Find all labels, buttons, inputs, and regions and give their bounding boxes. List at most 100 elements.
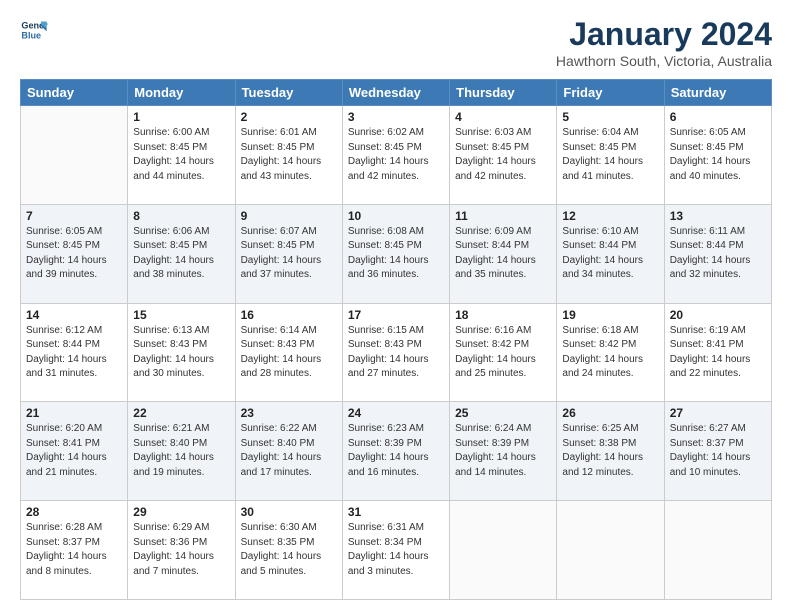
day-number: 5 xyxy=(562,110,658,124)
day-info: Sunrise: 6:05 AM Sunset: 8:45 PM Dayligh… xyxy=(670,126,766,184)
day-info: Sunrise: 6:18 AM Sunset: 8:42 PM Dayligh… xyxy=(562,324,658,382)
day-number: 25 xyxy=(455,406,551,420)
day-number: 9 xyxy=(241,209,337,223)
day-info: Sunrise: 6:23 AM Sunset: 8:39 PM Dayligh… xyxy=(348,422,444,480)
day-number: 22 xyxy=(133,406,229,420)
day-number: 27 xyxy=(670,406,766,420)
day-info: Sunrise: 6:25 AM Sunset: 8:38 PM Dayligh… xyxy=(562,422,658,480)
calendar-cell: 9Sunrise: 6:07 AM Sunset: 8:45 PM Daylig… xyxy=(235,204,342,303)
calendar-cell: 11 Sunrise: 6:09 AM Sunset: 8:44 PM Dayli… xyxy=(450,204,557,303)
day-info: Sunrise: 6:31 AM Sunset: 8:34 PM Dayligh… xyxy=(348,521,444,579)
day-info: Sunrise: 6:03 AM Sunset: 8:45 PM Dayligh… xyxy=(455,126,551,184)
svg-text:Blue: Blue xyxy=(21,30,41,40)
day-number: 23 xyxy=(241,406,337,420)
day-number: 18 xyxy=(455,308,551,322)
day-number: 14 xyxy=(26,308,122,322)
subtitle: Hawthorn South, Victoria, Australia xyxy=(556,53,772,69)
day-number: 24 xyxy=(348,406,444,420)
week-row-4: 21 Sunrise: 6:20 AM Sunset: 8:41 PM Dayli… xyxy=(21,402,772,501)
calendar-cell: 16 Sunrise: 6:14 AM Sunset: 8:43 PM Dayli… xyxy=(235,303,342,402)
day-number: 16 xyxy=(241,308,337,322)
calendar-cell: 2 Sunrise: 6:01 AM Sunset: 8:45 PM Daylig… xyxy=(235,106,342,205)
day-info: Sunrise: 6:21 AM Sunset: 8:40 PM Dayligh… xyxy=(133,422,229,480)
day-number: 10 xyxy=(348,209,444,223)
logo-icon: General Blue xyxy=(20,16,48,44)
day-info: Sunrise: 6:04 AM Sunset: 8:45 PM Dayligh… xyxy=(562,126,658,184)
calendar-cell: 15Sunrise: 6:13 AM Sunset: 8:43 PM Dayli… xyxy=(128,303,235,402)
calendar-cell: 30Sunrise: 6:30 AM Sunset: 8:35 PM Dayli… xyxy=(235,501,342,600)
day-info: Sunrise: 6:28 AM Sunset: 8:37 PM Dayligh… xyxy=(26,521,122,579)
col-friday: Friday xyxy=(557,80,664,106)
calendar-cell: 13Sunrise: 6:11 AM Sunset: 8:44 PM Dayli… xyxy=(664,204,771,303)
day-info: Sunrise: 6:24 AM Sunset: 8:39 PM Dayligh… xyxy=(455,422,551,480)
calendar-cell: 18 Sunrise: 6:16 AM Sunset: 8:42 PM Dayli… xyxy=(450,303,557,402)
calendar-cell: 6 Sunrise: 6:05 AM Sunset: 8:45 PM Daylig… xyxy=(664,106,771,205)
calendar-cell xyxy=(557,501,664,600)
day-info: Sunrise: 6:08 AM Sunset: 8:45 PM Dayligh… xyxy=(348,225,444,283)
day-info: Sunrise: 6:15 AM Sunset: 8:43 PM Dayligh… xyxy=(348,324,444,382)
day-number: 1 xyxy=(133,110,229,124)
calendar-cell: 29 Sunrise: 6:29 AM Sunset: 8:36 PM Dayli… xyxy=(128,501,235,600)
day-info: Sunrise: 6:10 AM Sunset: 8:44 PM Dayligh… xyxy=(562,225,658,283)
col-wednesday: Wednesday xyxy=(342,80,449,106)
day-info: Sunrise: 6:09 AM Sunset: 8:44 PM Dayligh… xyxy=(455,225,551,283)
day-info: Sunrise: 6:29 AM Sunset: 8:36 PM Dayligh… xyxy=(133,521,229,579)
calendar-cell: 5 Sunrise: 6:04 AM Sunset: 8:45 PM Daylig… xyxy=(557,106,664,205)
day-number: 20 xyxy=(670,308,766,322)
day-info: Sunrise: 6:05 AM Sunset: 8:45 PM Dayligh… xyxy=(26,225,122,283)
calendar-cell: 28 Sunrise: 6:28 AM Sunset: 8:37 PM Dayli… xyxy=(21,501,128,600)
day-info: Sunrise: 6:16 AM Sunset: 8:42 PM Dayligh… xyxy=(455,324,551,382)
week-row-1: 1 Sunrise: 6:00 AM Sunset: 8:45 PM Daylig… xyxy=(21,106,772,205)
day-info: Sunrise: 6:02 AM Sunset: 8:45 PM Dayligh… xyxy=(348,126,444,184)
calendar-cell: 8 Sunrise: 6:06 AM Sunset: 8:45 PM Daylig… xyxy=(128,204,235,303)
day-info: Sunrise: 6:19 AM Sunset: 8:41 PM Dayligh… xyxy=(670,324,766,382)
day-number: 4 xyxy=(455,110,551,124)
col-saturday: Saturday xyxy=(664,80,771,106)
calendar-cell: 1 Sunrise: 6:00 AM Sunset: 8:45 PM Daylig… xyxy=(128,106,235,205)
logo: General Blue xyxy=(20,16,48,44)
calendar-cell: 3 Sunrise: 6:02 AM Sunset: 8:45 PM Daylig… xyxy=(342,106,449,205)
day-info: Sunrise: 6:14 AM Sunset: 8:43 PM Dayligh… xyxy=(241,324,337,382)
day-number: 7 xyxy=(26,209,122,223)
day-info: Sunrise: 6:20 AM Sunset: 8:41 PM Dayligh… xyxy=(26,422,122,480)
day-info: Sunrise: 6:13 AM Sunset: 8:43 PM Dayligh… xyxy=(133,324,229,382)
day-number: 12 xyxy=(562,209,658,223)
calendar-cell: 7 Sunrise: 6:05 AM Sunset: 8:45 PM Daylig… xyxy=(21,204,128,303)
week-row-2: 7 Sunrise: 6:05 AM Sunset: 8:45 PM Daylig… xyxy=(21,204,772,303)
day-number: 13 xyxy=(670,209,766,223)
calendar-cell: 17 Sunrise: 6:15 AM Sunset: 8:43 PM Dayli… xyxy=(342,303,449,402)
day-info: Sunrise: 6:00 AM Sunset: 8:45 PM Dayligh… xyxy=(133,126,229,184)
day-info: Sunrise: 6:06 AM Sunset: 8:45 PM Dayligh… xyxy=(133,225,229,283)
day-number: 2 xyxy=(241,110,337,124)
day-number: 19 xyxy=(562,308,658,322)
day-number: 11 xyxy=(455,209,551,223)
day-number: 8 xyxy=(133,209,229,223)
day-number: 28 xyxy=(26,505,122,519)
calendar-cell xyxy=(664,501,771,600)
calendar-cell: 22 Sunrise: 6:21 AM Sunset: 8:40 PM Dayli… xyxy=(128,402,235,501)
day-number: 21 xyxy=(26,406,122,420)
calendar-cell: 12 Sunrise: 6:10 AM Sunset: 8:44 PM Dayli… xyxy=(557,204,664,303)
day-number: 26 xyxy=(562,406,658,420)
calendar-cell: 25 Sunrise: 6:24 AM Sunset: 8:39 PM Dayli… xyxy=(450,402,557,501)
calendar-cell: 23 Sunrise: 6:22 AM Sunset: 8:40 PM Dayli… xyxy=(235,402,342,501)
calendar-cell: 20 Sunrise: 6:19 AM Sunset: 8:41 PM Dayli… xyxy=(664,303,771,402)
calendar-cell: 10 Sunrise: 6:08 AM Sunset: 8:45 PM Dayli… xyxy=(342,204,449,303)
day-number: 30 xyxy=(241,505,337,519)
calendar-table: Sunday Monday Tuesday Wednesday Thursday… xyxy=(20,79,772,600)
day-info: Sunrise: 6:27 AM Sunset: 8:37 PM Dayligh… xyxy=(670,422,766,480)
day-number: 6 xyxy=(670,110,766,124)
page: General Blue January 2024 Hawthorn South… xyxy=(0,0,792,612)
day-info: Sunrise: 6:12 AM Sunset: 8:44 PM Dayligh… xyxy=(26,324,122,382)
day-info: Sunrise: 6:01 AM Sunset: 8:45 PM Dayligh… xyxy=(241,126,337,184)
col-tuesday: Tuesday xyxy=(235,80,342,106)
calendar-cell: 24 Sunrise: 6:23 AM Sunset: 8:39 PM Dayli… xyxy=(342,402,449,501)
day-info: Sunrise: 6:22 AM Sunset: 8:40 PM Dayligh… xyxy=(241,422,337,480)
calendar-cell: 4 Sunrise: 6:03 AM Sunset: 8:45 PM Daylig… xyxy=(450,106,557,205)
calendar-cell xyxy=(450,501,557,600)
day-number: 17 xyxy=(348,308,444,322)
week-row-5: 28 Sunrise: 6:28 AM Sunset: 8:37 PM Dayli… xyxy=(21,501,772,600)
day-number: 29 xyxy=(133,505,229,519)
day-number: 3 xyxy=(348,110,444,124)
calendar-cell: 19 Sunrise: 6:18 AM Sunset: 8:42 PM Dayli… xyxy=(557,303,664,402)
